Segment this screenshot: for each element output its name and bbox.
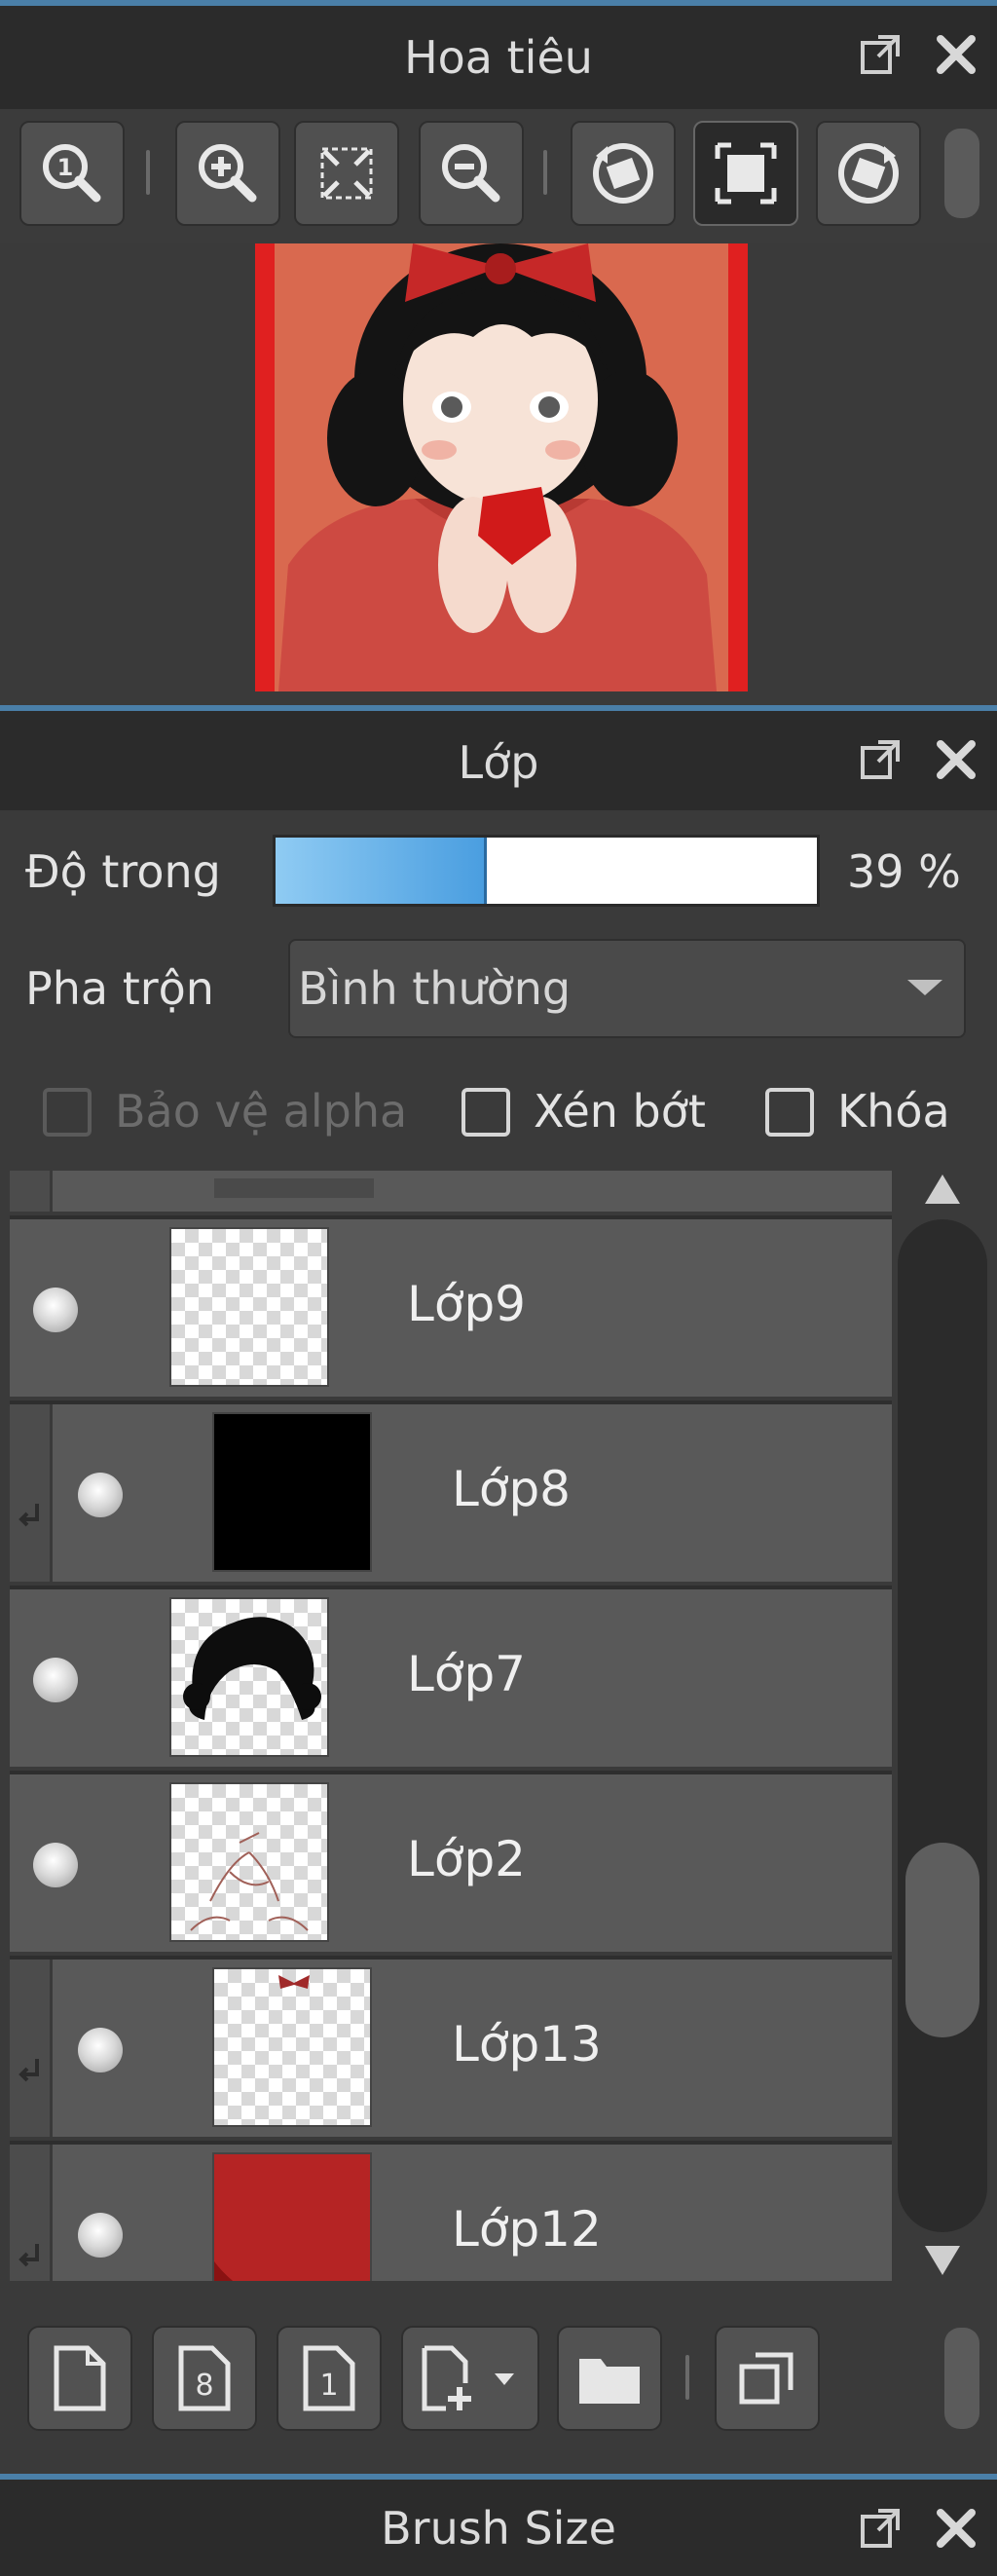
fit-frame-icon	[715, 142, 777, 205]
opacity-label: Độ trong	[25, 845, 221, 898]
close-icon[interactable]	[929, 27, 983, 82]
layer-row[interactable]: Lớp2	[10, 1774, 892, 1956]
blend-mode-value: Bình thường	[298, 962, 572, 1015]
zoom-in-button[interactable]	[175, 121, 280, 226]
svg-text:1: 1	[319, 2369, 338, 2403]
layers-title: Lớp	[458, 736, 539, 789]
clipping-arrow-icon	[18, 1504, 39, 1527]
clip-label: Xén bớt	[534, 1085, 706, 1138]
rotate-left-icon	[593, 143, 653, 204]
brush-size-title: Brush Size	[381, 2501, 616, 2555]
clipping-arrow-icon	[18, 2244, 39, 2267]
blend-mode-select[interactable]: Bình thường	[288, 939, 966, 1038]
layer-thumbnail	[212, 1412, 372, 1572]
new-8bit-layer-icon: 8	[178, 2345, 231, 2411]
visibility-eye-icon[interactable]	[33, 1843, 78, 1887]
protect-alpha-label: Bảo vệ alpha	[115, 1085, 408, 1138]
rotate-right-button[interactable]	[816, 121, 921, 226]
layer-thumbnail	[212, 1967, 372, 2127]
layer-list-scrollbar[interactable]	[898, 1171, 995, 2281]
layer-thumbnail	[169, 1597, 329, 1757]
duplicate-layer-icon	[739, 2352, 794, 2405]
scroll-thumb[interactable]	[905, 1843, 979, 2037]
clip-checkbox[interactable]	[462, 1088, 510, 1137]
fit-screen-button[interactable]	[294, 121, 399, 226]
chevron-down-icon	[907, 980, 942, 995]
layer-toolbar: 8 1	[0, 2310, 997, 2446]
new-1bit-layer-button[interactable]: 1	[277, 2326, 382, 2431]
layer-name: Lớp7	[407, 1646, 526, 1702]
close-icon[interactable]	[929, 2501, 983, 2556]
visibility-eye-icon[interactable]	[33, 1288, 78, 1332]
layer-name: Lớp13	[452, 2016, 602, 2072]
fit-screen-icon	[320, 147, 373, 200]
visibility-eye-icon[interactable]	[33, 1658, 78, 1702]
layers-header: Lớp	[0, 705, 997, 814]
zoom-actual-size-button[interactable]: 1	[19, 121, 125, 226]
layer-list[interactable]: Lớp9 Lớp8 Lớp7 Lớp2 Lớp13 Lớp12	[10, 1171, 892, 2281]
blend-mode-label: Pha trộn	[25, 962, 214, 1015]
layer-thumbnail	[169, 1782, 329, 1942]
layer-thumbnail	[169, 1227, 329, 1387]
zoom-actual-size-icon: 1	[43, 144, 101, 203]
duplicate-layer-button[interactable]	[715, 2326, 820, 2431]
scroll-track[interactable]	[898, 1219, 987, 2232]
new-8bit-layer-button[interactable]: 8	[152, 2326, 257, 2431]
new-layer-button[interactable]	[27, 2326, 132, 2431]
add-layer-dropdown-button[interactable]	[401, 2326, 539, 2431]
protect-alpha-checkbox[interactable]	[43, 1088, 92, 1137]
layer-row[interactable]: Lớp12	[10, 2145, 892, 2281]
lock-checkbox[interactable]	[765, 1088, 814, 1137]
layer-row[interactable]: Lớp9	[10, 1219, 892, 1400]
layers-body: Độ trong 39 % Pha trộn Bình thường Bảo v…	[0, 810, 997, 2470]
rotate-right-icon	[838, 143, 899, 204]
navigator-title: Hoa tiêu	[404, 31, 593, 84]
canvas-thumbnail	[249, 243, 754, 691]
visibility-eye-icon[interactable]	[78, 2028, 123, 2072]
lock-label: Khóa	[837, 1085, 950, 1138]
new-folder-button[interactable]	[557, 2326, 662, 2431]
layer-name: Lớp2	[407, 1831, 526, 1887]
zoom-out-icon	[442, 144, 500, 203]
opacity-slider[interactable]	[273, 835, 820, 907]
layer-row-partial[interactable]	[10, 1171, 892, 1215]
new-1bit-layer-icon: 1	[303, 2345, 355, 2411]
add-layer-dropdown-icon	[422, 2345, 514, 2411]
opacity-slider-fill	[276, 838, 487, 904]
new-layer-icon	[54, 2345, 106, 2411]
float-panel-icon[interactable]	[853, 27, 907, 82]
layer-name: Lớp9	[407, 1276, 526, 1332]
layer-name: Lớp8	[452, 1461, 571, 1517]
fit-frame-button[interactable]	[693, 121, 798, 226]
layer-row[interactable]: Lớp7	[10, 1589, 892, 1771]
clipping-arrow-icon	[18, 2059, 39, 2082]
navigator-toolbar: 1	[0, 109, 997, 243]
visibility-eye-icon[interactable]	[78, 2213, 123, 2258]
layer-thumbnail	[212, 2152, 372, 2281]
float-panel-icon[interactable]	[853, 732, 907, 787]
float-panel-icon[interactable]	[853, 2501, 907, 2556]
close-icon[interactable]	[929, 732, 983, 787]
layer-row[interactable]: Lớp8	[10, 1404, 892, 1586]
svg-text:1: 1	[57, 154, 74, 181]
navigator-preview[interactable]	[0, 243, 997, 691]
layer-row[interactable]: Lớp13	[10, 1960, 892, 2141]
layer-name: Lớp12	[452, 2201, 602, 2258]
toolbar-scrollbar[interactable]	[944, 129, 979, 218]
visibility-eye-icon[interactable]	[78, 1473, 123, 1517]
opacity-value: 39 %	[847, 845, 961, 898]
scroll-down-icon[interactable]	[925, 2246, 960, 2275]
navigator-header: Hoa tiêu	[0, 0, 997, 109]
zoom-in-icon	[199, 144, 257, 203]
svg-text:8: 8	[195, 2369, 213, 2403]
rotate-left-button[interactable]	[571, 121, 676, 226]
layer-toolbar-scrollbar[interactable]	[944, 2328, 979, 2429]
scroll-up-icon[interactable]	[925, 1175, 960, 1204]
folder-icon	[579, 2359, 640, 2404]
zoom-out-button[interactable]	[419, 121, 524, 226]
brush-size-header: Brush Size	[0, 2474, 997, 2576]
